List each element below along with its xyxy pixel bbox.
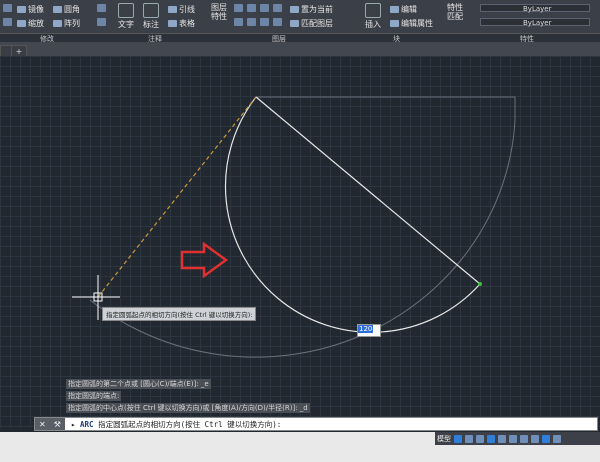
- command-line-buttons: ✕ ⚒: [35, 418, 65, 430]
- command-prompt-text: 指定圆弧起点的相切方向(按住 Ctrl 键以切换方向):: [98, 420, 282, 429]
- dynamic-input-value: 120: [358, 325, 374, 333]
- close-icon[interactable]: ✕: [39, 420, 46, 429]
- history-line: 指定圆弧的端点:: [66, 391, 122, 401]
- workspace-icon[interactable]: [542, 434, 550, 443]
- preview-arc: [89, 119, 516, 358]
- history-line: 指定圆弧的第二个点或 [圆心(C)/端点(E)]: _e: [66, 379, 211, 389]
- lineweight-icon[interactable]: [520, 434, 528, 443]
- status-area: 模型: [0, 432, 600, 462]
- main-arc: [224, 96, 481, 333]
- snap-icon[interactable]: [465, 434, 473, 443]
- history-line: 指定圆弧的中心点(按住 Ctrl 键以切换方向)或 [角度(A)/方向(D)/半…: [66, 403, 310, 413]
- command-line[interactable]: ✕ ⚒ ▸ ARC 指定圆弧起点的相切方向(按住 Ctrl 键以切换方向):: [34, 417, 598, 431]
- annotation-scale-icon[interactable]: [531, 434, 539, 443]
- ortho-icon[interactable]: [476, 434, 484, 443]
- prompt-icon: ▸: [71, 420, 81, 429]
- endpoint-grip[interactable]: [478, 282, 482, 286]
- polar-icon[interactable]: [487, 434, 495, 443]
- tangent-line: [97, 96, 257, 298]
- grid-icon[interactable]: [454, 434, 462, 443]
- red-arrow-icon: [180, 242, 229, 278]
- cursor-tooltip: 指定圆弧起点的相切方向(按住 Ctrl 键以切换方向):: [102, 307, 257, 321]
- wrench-icon[interactable]: ⚒: [54, 420, 61, 429]
- otrack-icon[interactable]: [509, 434, 517, 443]
- command-prompt: ▸ ARC 指定圆弧起点的相切方向(按住 Ctrl 键以切换方向):: [71, 419, 281, 430]
- osnap-icon[interactable]: [498, 434, 506, 443]
- model-space-label[interactable]: 模型: [437, 434, 451, 444]
- preview-rectangle-edge: [256, 96, 516, 120]
- command-name: ARC: [80, 420, 94, 429]
- chord-line: [255, 96, 481, 285]
- customize-icon[interactable]: [553, 434, 561, 443]
- status-bar: 模型: [435, 432, 600, 445]
- dynamic-input-box[interactable]: 120: [357, 324, 381, 337]
